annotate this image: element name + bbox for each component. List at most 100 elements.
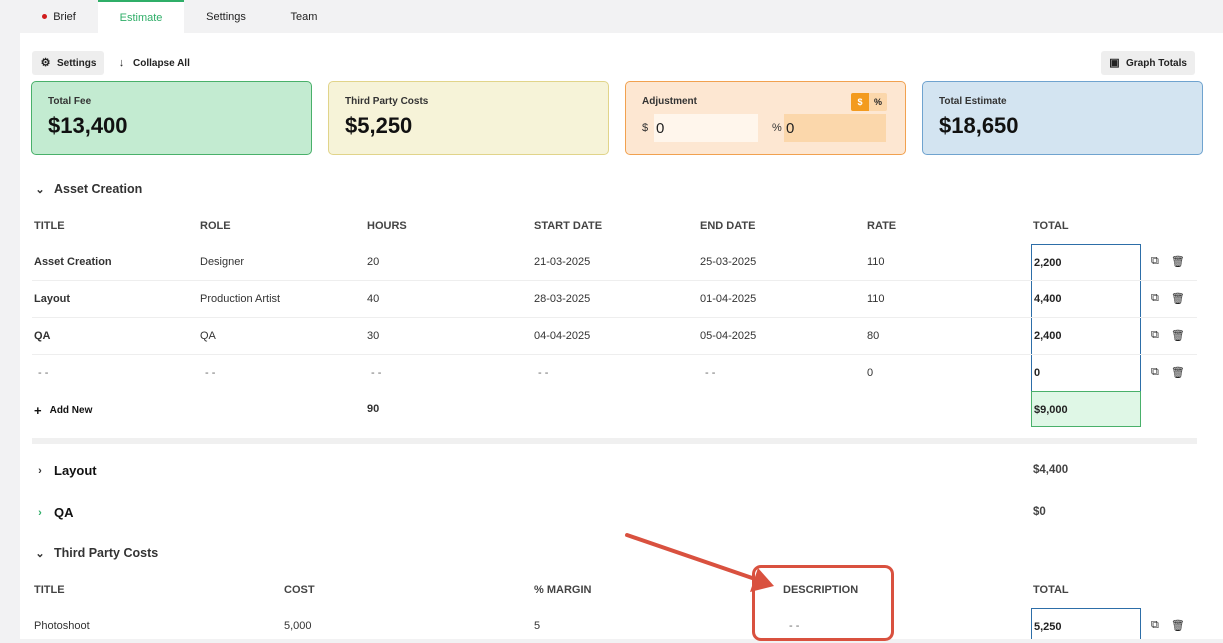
total-fee-label: Total Fee <box>48 96 92 107</box>
settings-button[interactable]: ⚙ Settings <box>32 51 105 75</box>
row-total: 5,250 <box>1031 608 1141 639</box>
copy-icon[interactable]: ⧉ <box>1151 255 1159 268</box>
adjustment-dollar-input[interactable] <box>654 114 758 142</box>
asset-creation-header[interactable]: ⌄ Asset Creation <box>34 182 142 196</box>
row-total: 2,200 <box>1031 244 1141 281</box>
trash-icon[interactable]: 🗑 <box>1171 255 1185 268</box>
third-party-label: Third Party Costs <box>345 96 429 107</box>
tab-estimate[interactable]: Estimate <box>98 0 184 33</box>
gear-icon: ⚙ <box>40 56 51 69</box>
col-title: TITLE <box>34 220 65 232</box>
row-margin[interactable]: 5 <box>534 620 540 632</box>
col-start-date: START DATE <box>534 220 603 232</box>
row-start-date[interactable]: 21-03-2025 <box>534 256 590 268</box>
row-title[interactable]: QA <box>34 330 51 342</box>
status-dot <box>42 14 48 19</box>
row-rate[interactable]: 80 <box>867 330 879 342</box>
trash-icon[interactable]: 🗑 <box>1171 292 1185 305</box>
row-divider <box>32 280 1197 281</box>
third-party-section-header[interactable]: ⌄ Third Party Costs <box>34 546 158 560</box>
total-fee-card: Total Fee $13,400 <box>31 81 312 155</box>
row-start-date[interactable]: 04-04-2025 <box>534 330 590 342</box>
graph-totals-button[interactable]: ▣ Graph Totals <box>1101 51 1195 75</box>
col-margin: % MARGIN <box>534 584 592 596</box>
tab-label: Brief <box>53 10 76 23</box>
row-hours[interactable]: 20 <box>367 256 379 268</box>
row-cost[interactable]: 5,000 <box>284 620 312 632</box>
tab-team[interactable]: Team <box>268 0 340 33</box>
third-party-card: Third Party Costs $5,250 <box>328 81 609 155</box>
estimate-panel: ⚙ Settings ↓ Collapse All ▣ Graph Totals… <box>20 33 1223 639</box>
settings-button-label: Settings <box>57 57 97 69</box>
copy-icon[interactable]: ⧉ <box>1151 292 1159 305</box>
row-start-date[interactable]: 28-03-2025 <box>534 293 590 305</box>
col-rate: RATE <box>867 220 897 232</box>
arrow-down-icon: ↓ <box>118 56 125 69</box>
tab-settings[interactable]: Settings <box>184 0 268 33</box>
total-fee-value: $13,400 <box>48 113 128 138</box>
section-title: QA <box>54 505 74 520</box>
row-title[interactable]: Asset Creation <box>34 256 112 268</box>
layout-section-total: $4,400 <box>1033 464 1069 476</box>
chevron-right-icon: › <box>38 506 42 519</box>
row-actions: ⧉ 🗑 <box>1151 366 1185 379</box>
row-total: 2,400 <box>1031 318 1141 355</box>
row-role[interactable]: Production Artist <box>200 293 280 305</box>
plus-icon: + <box>34 403 42 418</box>
row-actions: ⧉ 🗑 <box>1151 329 1185 342</box>
section-title: Layout <box>54 463 97 478</box>
row-start-date[interactable]: - - <box>538 367 548 379</box>
adjustment-percent-input[interactable] <box>784 114 886 142</box>
chart-icon: ▣ <box>1109 56 1120 69</box>
row-rate[interactable]: 110 <box>867 256 885 268</box>
qa-section-header[interactable]: › QA <box>34 505 74 520</box>
total-estimate-card: Total Estimate $18,650 <box>922 81 1203 155</box>
trash-icon[interactable]: 🗑 <box>1171 366 1185 379</box>
col-cost: COST <box>284 584 315 596</box>
graph-totals-label: Graph Totals <box>1126 57 1187 69</box>
col-total: TOTAL <box>1033 220 1069 232</box>
section-sum-total: $9,000 <box>1031 391 1141 427</box>
add-new-label: Add New <box>49 405 93 416</box>
row-hours[interactable]: - - <box>371 367 381 379</box>
row-end-date[interactable]: 25-03-2025 <box>700 256 756 268</box>
row-title[interactable]: Layout <box>34 293 70 305</box>
row-role[interactable]: - - <box>205 367 215 379</box>
row-title[interactable]: Photoshoot <box>34 620 90 632</box>
row-title[interactable]: - - <box>38 367 48 379</box>
row-hours[interactable]: 30 <box>367 330 379 342</box>
collapse-all-label: Collapse All <box>133 57 190 69</box>
total-estimate-label: Total Estimate <box>939 96 1007 107</box>
add-new-button[interactable]: + Add New <box>34 403 92 418</box>
trash-icon[interactable]: 🗑 <box>1171 329 1185 342</box>
row-divider <box>32 354 1197 355</box>
row-hours[interactable]: 40 <box>367 293 379 305</box>
percent-toggle[interactable]: % <box>869 93 887 111</box>
adjustment-card: Adjustment $ % $ % <box>625 81 906 155</box>
collapse-all-button[interactable]: ↓ Collapse All <box>108 51 198 75</box>
section-title: Asset Creation <box>54 182 143 196</box>
tab-brief[interactable]: Brief <box>20 0 98 33</box>
trash-icon[interactable]: 🗑 <box>1171 619 1185 632</box>
row-role[interactable]: QA <box>200 330 216 342</box>
row-rate[interactable]: 0 <box>867 367 873 379</box>
dollar-toggle[interactable]: $ <box>851 93 869 111</box>
row-rate[interactable]: 110 <box>867 293 885 305</box>
chevron-down-icon: ⌄ <box>35 547 45 560</box>
copy-icon[interactable]: ⧉ <box>1151 329 1159 342</box>
row-actions: ⧉ 🗑 <box>1151 619 1185 632</box>
row-role[interactable]: Designer <box>200 256 244 268</box>
row-end-date[interactable]: 05-04-2025 <box>700 330 756 342</box>
layout-section-header[interactable]: › Layout <box>34 463 97 478</box>
chevron-down-icon: ⌄ <box>35 183 45 196</box>
col-title: TITLE <box>34 584 65 596</box>
section-divider <box>32 438 1197 444</box>
row-end-date[interactable]: - - <box>705 367 715 379</box>
row-total: 4,400 <box>1031 281 1141 318</box>
copy-icon[interactable]: ⧉ <box>1151 619 1159 632</box>
copy-icon[interactable]: ⧉ <box>1151 366 1159 379</box>
adjustment-inputs: $ % <box>642 114 889 142</box>
row-end-date[interactable]: 01-04-2025 <box>700 293 756 305</box>
col-hours: HOURS <box>367 220 407 232</box>
col-end-date: END DATE <box>700 220 756 232</box>
